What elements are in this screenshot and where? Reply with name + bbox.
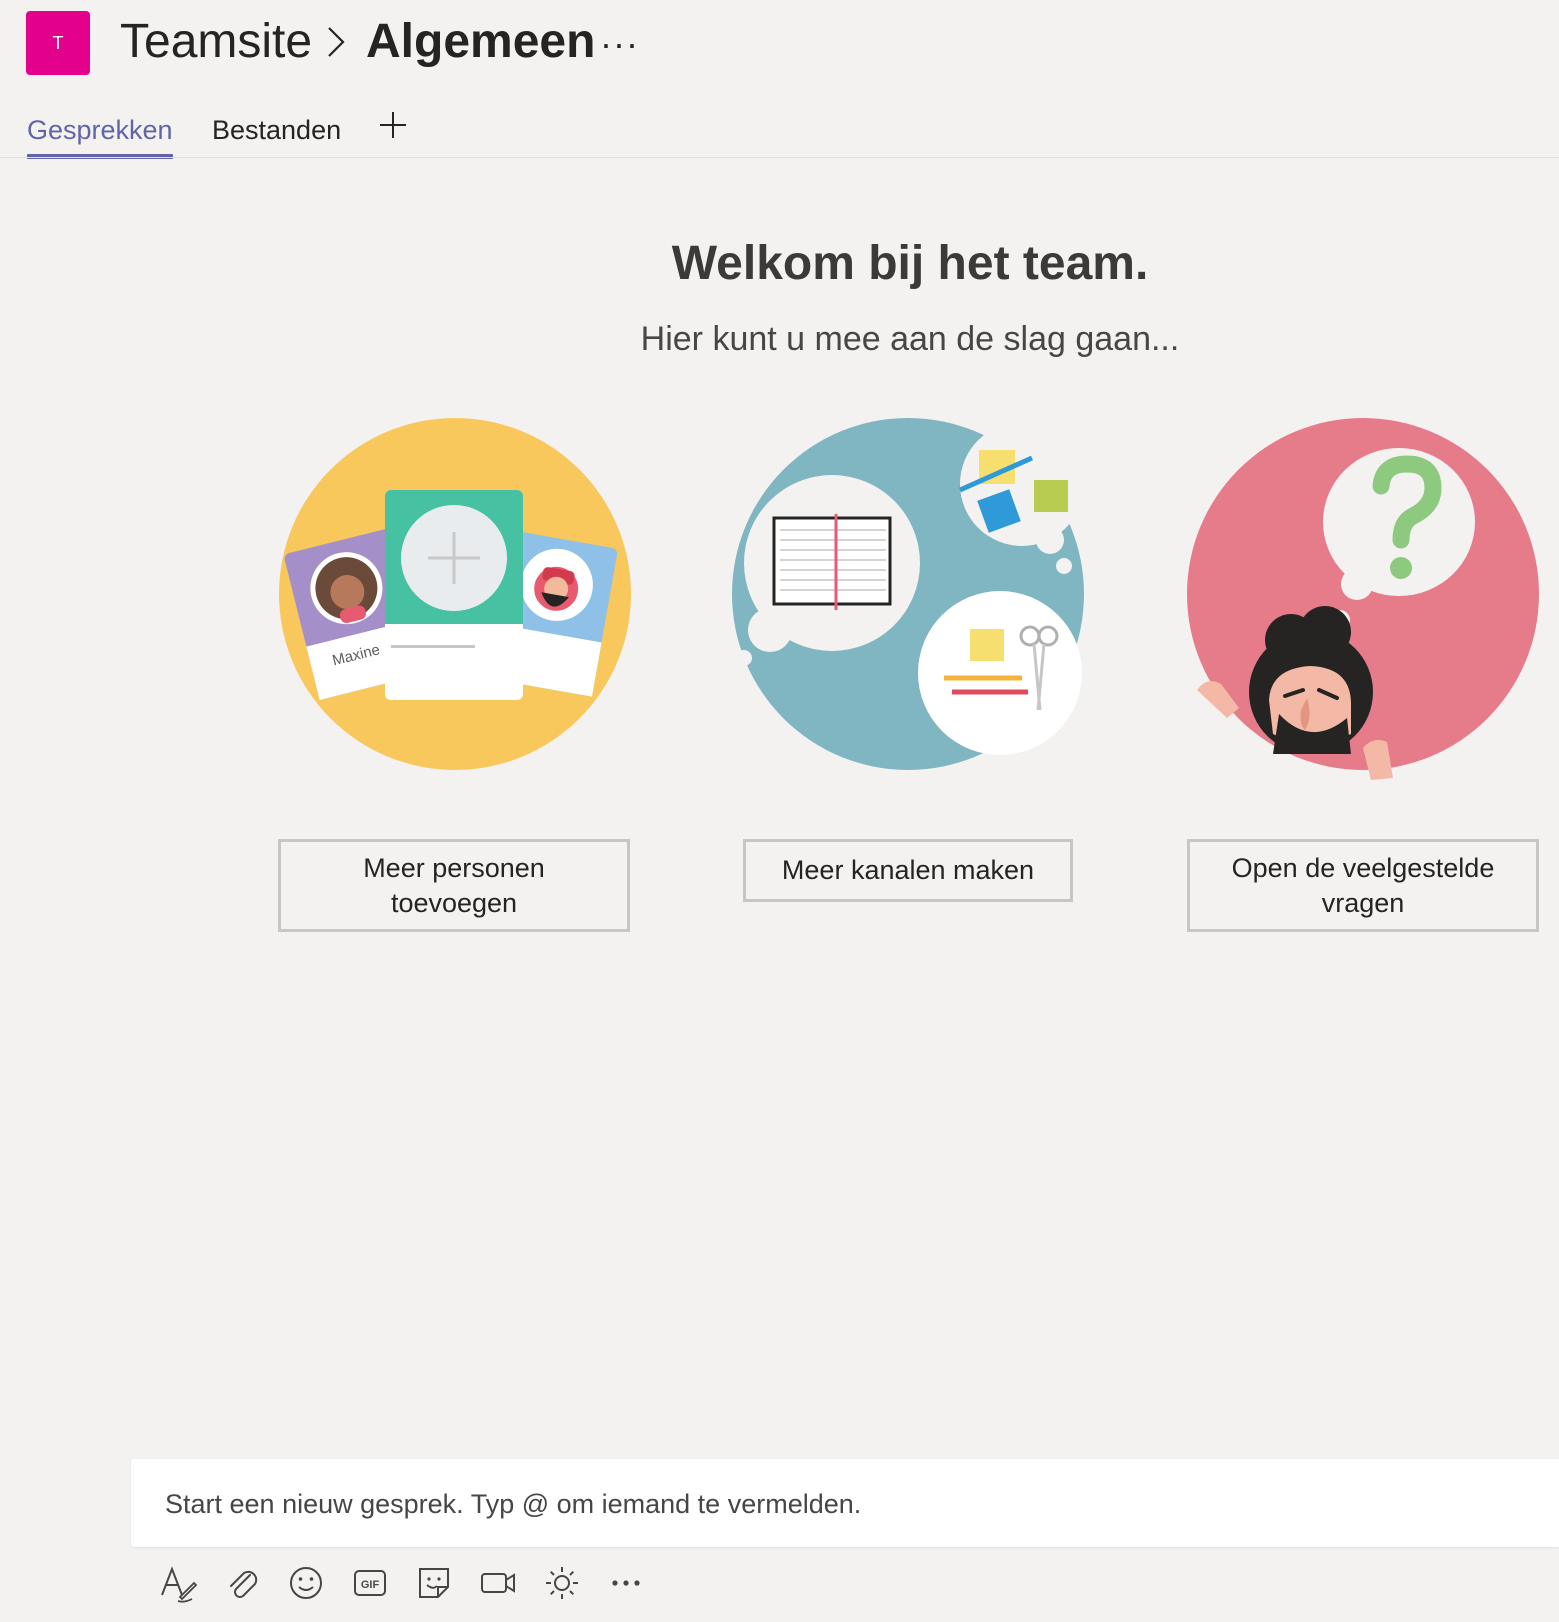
channel-more-options-icon[interactable]: ··· [600,20,639,68]
team-avatar[interactable]: T [26,11,90,75]
open-faq-button-label: Open de veelgestelde vragen [1231,852,1495,918]
open-faq-button[interactable]: Open de veelgestelde vragen [1187,839,1539,932]
create-channels-illustration [732,418,1084,770]
add-tab-icon[interactable] [378,110,408,140]
breadcrumb-channel-name: Algemeen [366,15,596,68]
add-people-button[interactable]: Meer personen toevoegen [278,839,630,932]
team-avatar-letter: T [52,32,64,53]
svg-text:GIF: GIF [361,1579,380,1591]
sticker-icon[interactable] [414,1563,454,1603]
welcome-title: Welkom bij het team. [671,237,1149,290]
more-options-icon[interactable] [606,1563,646,1603]
tab-files[interactable]: Bestanden [212,112,341,148]
create-channels-button[interactable]: Meer kanalen maken [743,839,1073,902]
chevron-right-icon [328,27,345,57]
tab-conversations[interactable]: Gesprekken [27,112,173,159]
faq-illustration [1187,418,1539,780]
create-channels-button-label: Meer kanalen maken [781,855,1035,885]
praise-icon[interactable] [542,1563,582,1603]
compose-input[interactable] [163,1483,1467,1525]
add-people-illustration: Maxine ky [279,418,631,770]
compose-box[interactable] [131,1459,1559,1547]
meet-now-icon[interactable] [478,1563,518,1603]
header-divider [0,157,1559,158]
add-people-button-label: Meer personen toevoegen [363,852,545,918]
gif-icon[interactable]: GIF [350,1563,390,1603]
breadcrumb-team-name[interactable]: Teamsite [120,14,312,70]
emoji-icon[interactable] [286,1563,326,1603]
format-icon[interactable] [158,1563,198,1603]
attach-icon[interactable] [222,1563,262,1603]
welcome-subtitle: Hier kunt u mee aan de slag gaan... [640,320,1180,358]
